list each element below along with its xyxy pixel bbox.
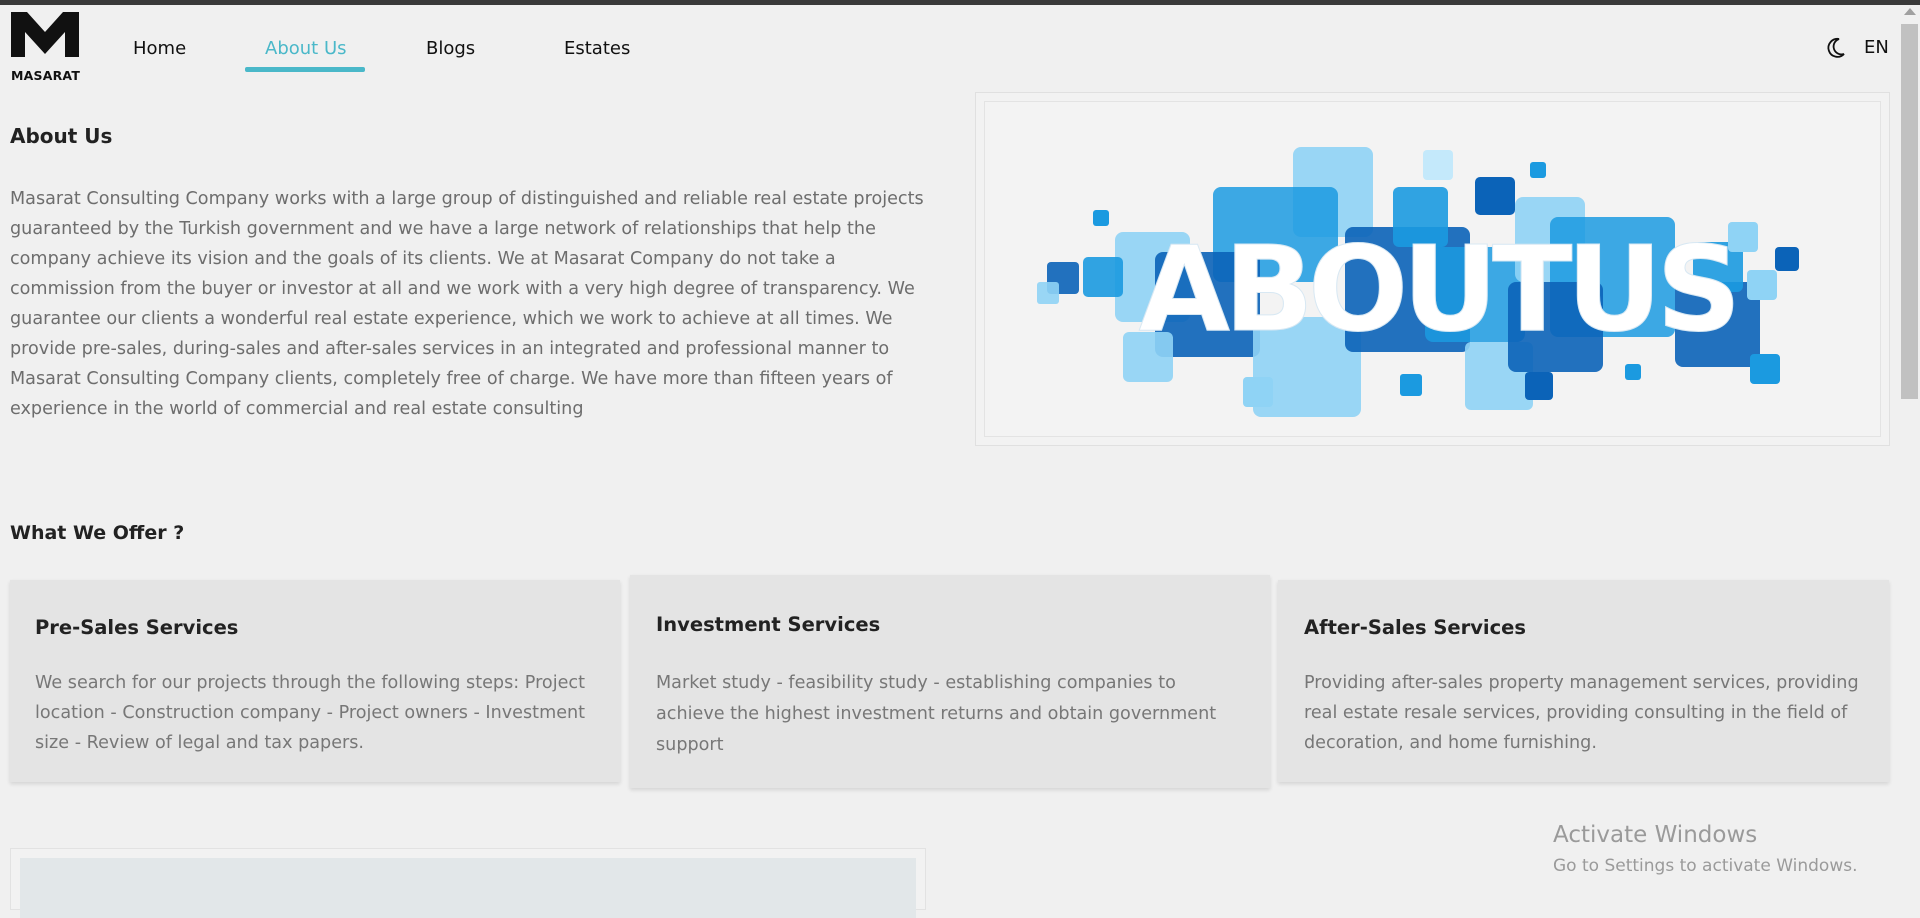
service-card-after-sales: After-Sales Services Providing after-sal…: [1278, 580, 1889, 782]
service-card-text: We search for our projects through the f…: [35, 673, 586, 753]
nav-home[interactable]: Home: [133, 30, 186, 74]
about-title: About Us: [10, 124, 113, 148]
bottom-image: [20, 858, 916, 918]
service-card-pre-sales: Pre-Sales Services We search for our pro…: [10, 580, 620, 782]
language-selector[interactable]: EN: [1864, 37, 1889, 58]
masarat-logo[interactable]: MASARAT: [11, 12, 81, 83]
scrollbar-thumb[interactable]: [1901, 24, 1918, 399]
windows-activation-hint: Go to Settings to activate Windows.: [1553, 856, 1858, 876]
logo-m-icon: [11, 12, 79, 57]
browser-top-border: [0, 0, 1920, 5]
about-image-frame: ABOUTUS: [975, 92, 1890, 446]
service-card-title: Investment Services: [656, 613, 881, 636]
service-card-text: Providing after-sales property managemen…: [1304, 673, 1859, 753]
service-card-title: Pre-Sales Services: [35, 616, 239, 639]
moon-icon[interactable]: [1826, 37, 1846, 59]
nav-blogs[interactable]: Blogs: [426, 30, 475, 74]
service-card-text: Market study - feasibility study - estab…: [656, 673, 1217, 755]
logo-text: MASARAT: [11, 68, 81, 83]
service-card-title: After-Sales Services: [1304, 616, 1527, 639]
windows-activation-title: Activate Windows: [1553, 822, 1758, 848]
about-description: Masarat Consulting Company works with a …: [10, 189, 924, 419]
active-nav-indicator: [245, 67, 365, 72]
nav-estates[interactable]: Estates: [564, 30, 630, 74]
scroll-up-arrow-icon[interactable]: [1904, 8, 1916, 15]
bottom-image-frame: [10, 848, 926, 918]
offer-title: What We Offer ?: [10, 522, 185, 544]
service-card-investment: Investment Services Market study - feasi…: [630, 575, 1270, 788]
about-image-text: ABOUTUS: [1139, 220, 1736, 358]
about-us-image: ABOUTUS: [984, 101, 1881, 437]
